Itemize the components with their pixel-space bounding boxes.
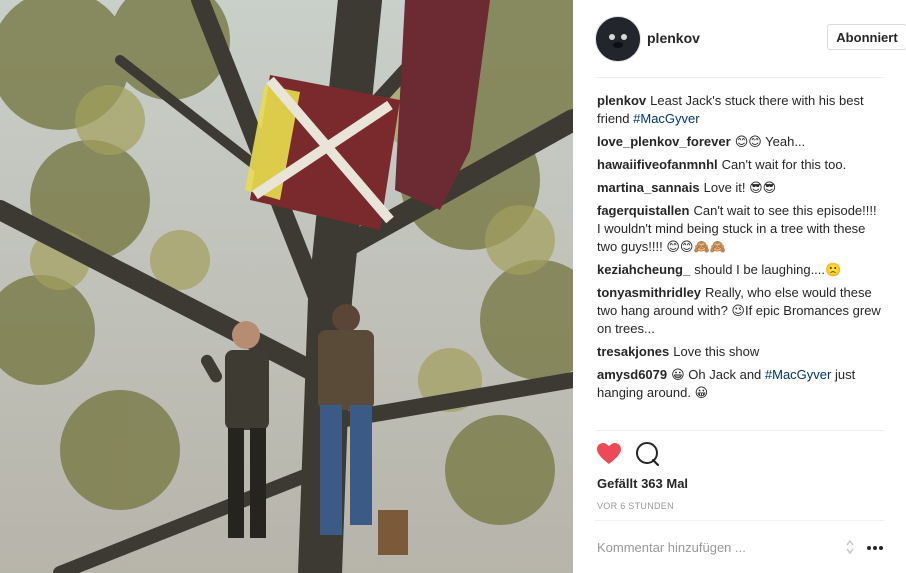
comment-item: plenkov Least Jack's stuck there with his…: [597, 92, 883, 128]
post-header: plenkov Abonniert: [595, 16, 906, 62]
comment-text: should I be laughing....🙁: [694, 262, 842, 277]
comment-list: plenkov Least Jack's stuck there with his…: [597, 92, 883, 407]
comment-text: 😊😊 Yeah...: [734, 134, 806, 149]
post-window: plenkov Abonniert plenkov Least Jack's st…: [0, 0, 906, 573]
comment-item: hawaiifiveofanmnhl Can't wait for this to…: [597, 156, 883, 174]
action-bar: [595, 440, 885, 468]
comment-text: Love it! 😎😎: [703, 180, 777, 195]
comment-username[interactable]: keziahcheung_: [597, 262, 690, 277]
comment-username[interactable]: tresakjones: [597, 344, 669, 359]
post-photo-image: [0, 0, 573, 573]
author-username[interactable]: plenkov: [647, 30, 700, 46]
comment-username[interactable]: amysd6079: [597, 367, 667, 382]
comment-bubble-icon[interactable]: [635, 441, 661, 467]
header-divider: [595, 77, 884, 78]
post-photo[interactable]: [0, 0, 573, 573]
hashtag-link[interactable]: #MacGyver: [633, 111, 699, 126]
like-count[interactable]: Gefällt 363 Mal: [597, 476, 688, 491]
comment-username[interactable]: martina_sannais: [597, 180, 700, 195]
author-avatar[interactable]: [595, 16, 641, 62]
dog-avatar-icon: [596, 17, 640, 61]
post-timestamp[interactable]: VOR 6 STUNDEN: [597, 501, 674, 511]
comment-username[interactable]: love_plenkov_forever: [597, 134, 731, 149]
comment-text: Love this show: [673, 344, 760, 359]
heart-icon[interactable]: [596, 442, 622, 466]
comment-username[interactable]: hawaiifiveofanmnhl: [597, 157, 718, 172]
comment-username[interactable]: tonyasmithridley: [597, 285, 701, 300]
add-comment-input[interactable]: Kommentar hinzufügen ...: [597, 540, 746, 555]
post-sidebar: plenkov Abonniert plenkov Least Jack's st…: [573, 0, 906, 573]
comment-item: tresakjones Love this show: [597, 343, 883, 361]
hashtag-link[interactable]: #MacGyver: [765, 367, 831, 382]
comment-item: tonyasmithridley Really, who else would t…: [597, 284, 883, 338]
comment-item: martina_sannais Love it! 😎😎: [597, 179, 883, 197]
scroll-arrows-icon[interactable]: [845, 538, 855, 556]
comment-item: love_plenkov_forever 😊😊 Yeah...: [597, 133, 883, 151]
comment-item: amysd6079 😀 Oh Jack and #MacGyver just ha…: [597, 366, 883, 402]
comment-item: fagerquistallen Can't wait to see this ep…: [597, 202, 883, 256]
comment-item: keziahcheung_ should I be laughing....🙁: [597, 261, 883, 279]
comment-username[interactable]: plenkov: [597, 93, 646, 108]
comment-text: 😀 Oh Jack and: [671, 367, 765, 382]
comments-divider: [595, 430, 884, 431]
comment-username[interactable]: fagerquistallen: [597, 203, 689, 218]
follow-button[interactable]: Abonniert: [827, 24, 906, 50]
more-dots-icon[interactable]: [867, 546, 883, 550]
comment-text: Can't wait for this too.: [721, 157, 847, 172]
footer-divider: [595, 520, 884, 521]
